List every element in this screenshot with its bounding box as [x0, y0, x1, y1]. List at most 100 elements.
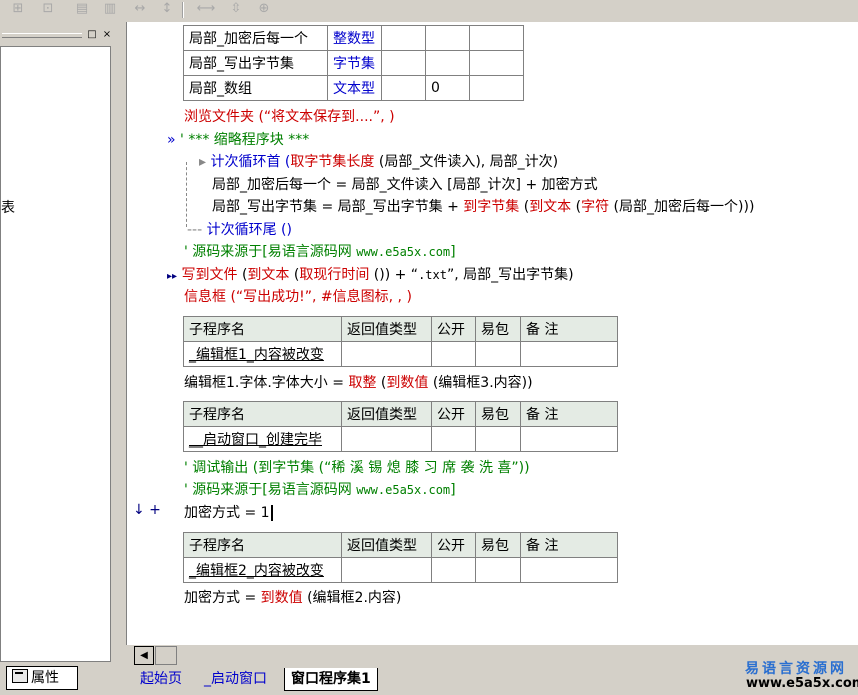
- subroutine-name[interactable]: __启动窗口_创建完毕: [183, 426, 342, 452]
- table-row: 局部_加密后每一个 整数型: [183, 25, 524, 51]
- panel-grip[interactable]: [2, 33, 82, 38]
- table-cell[interactable]: [475, 426, 521, 452]
- table-header-row: 子程序名 返回值类型 公开 易包 备 注: [183, 401, 618, 427]
- var-type[interactable]: 整数型: [327, 25, 382, 51]
- var-cell[interactable]: [381, 25, 426, 51]
- table-cell[interactable]: [431, 557, 476, 583]
- breakpoint-arrow-icon[interactable]: ▸▸: [167, 271, 177, 282]
- var-name[interactable]: 局部_写出字节集: [183, 50, 328, 76]
- pin-icon[interactable]: □: [86, 29, 98, 41]
- code-func: 到数值: [260, 590, 303, 606]
- code-text: (编辑框3.内容)): [428, 375, 533, 391]
- same-width-icon[interactable]: ⟷: [196, 0, 216, 18]
- var-cell[interactable]: [469, 25, 524, 51]
- code-line-assign[interactable]: 加密方式 = 1​: [184, 502, 273, 522]
- align-middle-icon[interactable]: ▥: [100, 0, 120, 18]
- comment-url: www.e5a5x.com: [356, 245, 451, 259]
- code-text: 加密方式 = 1: [184, 505, 270, 521]
- column-header: 易包: [475, 532, 521, 558]
- space-horizontal-icon[interactable]: ↔: [130, 0, 150, 18]
- code-line-comment-source[interactable]: ' 源码来源于[易语言源码网 www.e5a5x.com]: [184, 241, 456, 261]
- code-text: (局部_加密后每一个))): [609, 199, 755, 215]
- subroutine-name[interactable]: _编辑框2_内容被改变: [183, 557, 342, 583]
- code-line-message-box[interactable]: 信息框 (“写出成功!”, #信息图标, , ): [184, 286, 412, 306]
- comment-url: www.e5a5x.com: [356, 483, 451, 497]
- table-cell[interactable]: [431, 341, 476, 367]
- column-header: 返回值类型: [341, 316, 432, 342]
- code-line-loop-head[interactable]: ▸ 计次循环首 (取字节集长度 (局部_文件读入), 局部_计次): [199, 151, 558, 171]
- panel-titlebar: □ ×: [0, 26, 120, 42]
- table-row: 局部_数组 文本型 0: [183, 75, 524, 101]
- loop-head-func: 取字节集长度: [290, 154, 375, 170]
- var-type[interactable]: 字节集: [327, 50, 382, 76]
- current-line-marker-icon[interactable]: ↓ +: [133, 502, 161, 518]
- table-cell[interactable]: [431, 426, 476, 452]
- subroutine-table: 子程序名 返回值类型 公开 易包 备 注 __启动窗口_创建完毕: [183, 401, 618, 452]
- subroutine-name[interactable]: _编辑框1_内容被改变: [183, 341, 342, 367]
- table-cell[interactable]: [520, 557, 618, 583]
- scroll-left-icon[interactable]: ◀: [134, 646, 154, 665]
- var-cell[interactable]: [381, 75, 426, 101]
- code-line-collapsed-block[interactable]: » ' *** 缩略程序块 ***: [167, 129, 309, 149]
- var-name[interactable]: 局部_数组: [183, 75, 328, 101]
- tab-start-page[interactable]: 起始页: [134, 668, 188, 690]
- same-height-icon[interactable]: ⇳: [226, 0, 246, 18]
- code-text: ”, 局部_写出字节集): [446, 267, 574, 283]
- code-editor[interactable]: 局部_加密后每一个 整数型 局部_写出字节集 字节集 局部_数组 文本型 0 浏…: [126, 22, 858, 645]
- align-center-icon[interactable]: ⊡: [38, 0, 58, 18]
- code-text: (: [237, 267, 248, 283]
- table-cell[interactable]: [475, 557, 521, 583]
- properties-tab-label: 属性: [31, 670, 59, 686]
- comment-text: ]: [450, 244, 456, 260]
- same-size-icon[interactable]: ⊕: [254, 0, 274, 18]
- collapsed-block-comment: ' *** 缩略程序块 ***: [180, 132, 310, 148]
- code-line-comment-source-2[interactable]: ' 源码来源于[易语言源码网 www.e5a5x.com]: [184, 479, 456, 499]
- table-cell[interactable]: [341, 557, 432, 583]
- var-cell[interactable]: [469, 75, 524, 101]
- tab-startup-window[interactable]: _启动窗口: [198, 668, 273, 690]
- code-text: (: [376, 375, 387, 391]
- code-line-debug-comment[interactable]: ' 调试输出 (到字节集 (“稀 溪 锡 熄 膝 习 席 袭 洗 喜”)): [184, 457, 530, 477]
- var-cell[interactable]: [469, 50, 524, 76]
- code-line-last-assign[interactable]: 加密方式 = 到数值 (编辑框2.内容): [184, 587, 401, 607]
- align-top-icon[interactable]: ▤: [72, 0, 92, 18]
- column-header: 备 注: [520, 316, 618, 342]
- var-cell[interactable]: [425, 25, 470, 51]
- loop-bracket: [186, 162, 193, 227]
- table-cell[interactable]: [475, 341, 521, 367]
- scroll-thumb[interactable]: [155, 646, 177, 665]
- table-cell[interactable]: [520, 426, 618, 452]
- code-text: (“写出成功!”, #信息图标, , ): [226, 289, 412, 305]
- code-line-loop-tail[interactable]: --- 计次循环尾 (): [187, 219, 292, 239]
- collapse-marker-icon[interactable]: »: [167, 132, 176, 148]
- var-name[interactable]: 局部_加密后每一个: [183, 25, 328, 51]
- table-cell[interactable]: [341, 426, 432, 452]
- loop-tail-dash: ---: [187, 222, 203, 238]
- code-line-font-size[interactable]: 编辑框1.字体.字体大小 = 取整 (到数值 (编辑框3.内容)): [184, 372, 533, 392]
- space-vertical-icon[interactable]: ↕: [157, 0, 177, 18]
- code-func: 取整: [348, 375, 377, 391]
- close-icon[interactable]: ×: [101, 29, 113, 41]
- var-cell[interactable]: [381, 50, 426, 76]
- table-header-row: 子程序名 返回值类型 公开 易包 备 注: [183, 532, 618, 558]
- align-left-icon[interactable]: ⊞: [8, 0, 28, 18]
- panel-tree[interactable]: 表: [0, 46, 111, 662]
- loop-head-args: (局部_文件读入), 局部_计次): [374, 154, 559, 170]
- code-line-loop-body-2[interactable]: 局部_写出字节集 = 局部_写出字节集 + 到字节集 (到文本 (字符 (局部_…: [212, 196, 754, 216]
- table-row: 局部_写出字节集 字节集: [183, 50, 524, 76]
- var-type[interactable]: 文本型: [327, 75, 382, 101]
- toolbar-separator: [182, 2, 184, 18]
- properties-tab[interactable]: 属性: [6, 666, 78, 690]
- code-line-write-file[interactable]: ▸▸ 写到文件 (到文本 (取现行时间 ()) + “.txt”, 局部_写出字…: [167, 264, 574, 284]
- table-cell[interactable]: [520, 341, 618, 367]
- code-text: (编辑框2.内容): [302, 590, 402, 606]
- column-header: 返回值类型: [341, 532, 432, 558]
- var-cell[interactable]: [425, 50, 470, 76]
- table-row: __启动窗口_创建完毕: [183, 426, 618, 452]
- code-line-browse-folder[interactable]: 浏览文件夹 (“将文本保存到....”, ): [184, 106, 395, 126]
- table-cell[interactable]: [341, 341, 432, 367]
- code-line-loop-body-1[interactable]: 局部_加密后每一个 = 局部_文件读入 [局部_计次] + 加密方式: [212, 174, 598, 194]
- var-cell[interactable]: 0: [425, 75, 470, 101]
- code-func: 到文本: [529, 199, 572, 215]
- tab-window-program-set[interactable]: 窗口程序集1: [284, 668, 378, 691]
